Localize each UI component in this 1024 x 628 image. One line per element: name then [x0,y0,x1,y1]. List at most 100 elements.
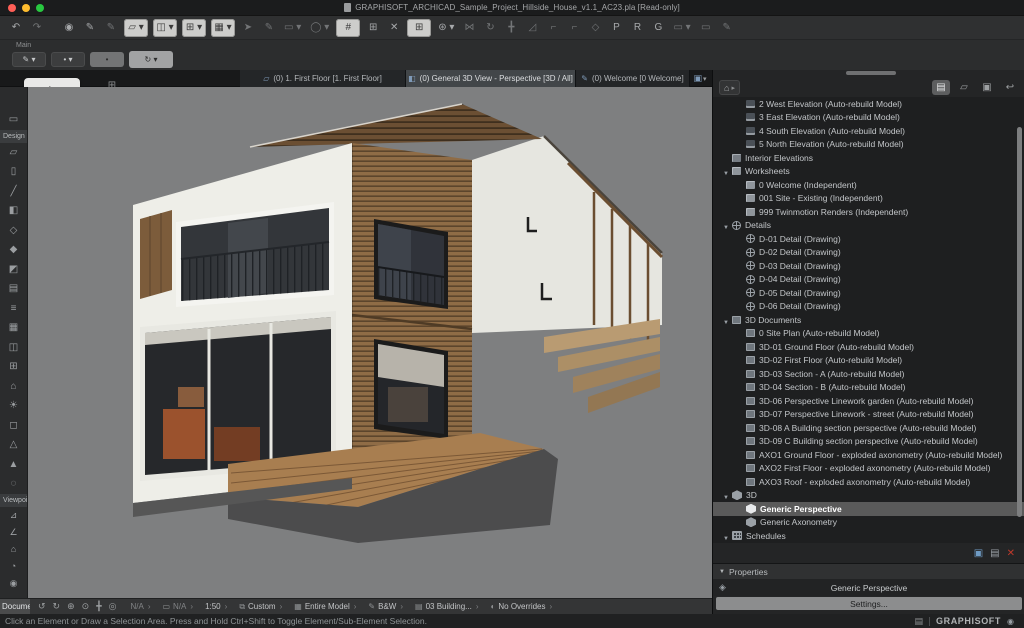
lamp-tool[interactable]: ☀ [0,396,27,416]
project-map-icon[interactable]: ▤ [932,80,950,95]
orientation-value[interactable]: ▭ N/A [162,602,193,611]
tree-item-schedules[interactable]: Schedules [713,529,1024,543]
expand-triangle-icon[interactable] [723,311,732,329]
orbit-icon[interactable]: ⊙ [82,601,90,612]
snap-grid-button[interactable]: ⊞ [407,19,431,37]
scale-value[interactable]: 1:50 [205,602,227,611]
quick-layers-button[interactable]: ✎ ▾ [12,52,46,67]
orbit-forward-icon[interactable]: ↻ [53,601,61,612]
annotate-icon[interactable]: ✎ [261,19,277,37]
expand-triangle-icon[interactable] [723,527,732,543]
object-tool[interactable]: ⌂ [0,377,27,397]
expand-triangle-icon[interactable] [723,162,732,180]
tab-overflow-button[interactable]: ▣ [688,70,712,87]
toolbar-separator[interactable] [50,19,56,37]
tree-item-d-04[interactable]: D-04 Detail (Drawing) [713,273,1024,287]
guide-lines-icon[interactable]: ⊞ [365,19,381,37]
detail-tool[interactable]: ◔ [0,558,27,575]
tree-item-3d-09[interactable]: 3D-09 C Building section perspective (Au… [713,435,1024,449]
minimize-window-button[interactable] [22,4,30,12]
section-tool[interactable]: ⊿ [0,507,27,524]
graphic-override-value[interactable]: ◐ No Overrides [491,602,553,611]
door-tool[interactable]: ◫ [0,338,27,358]
redo-icon[interactable]: ↷ [29,19,45,37]
label-p-icon[interactable]: P [608,19,624,37]
erase-guide-lines-icon[interactable]: ✕ [386,19,402,37]
trim-icon[interactable]: ⌐ [545,19,561,37]
undo-icon[interactable]: ↶ [8,19,24,37]
window-tool[interactable]: ⊞ [0,357,27,377]
close-window-button[interactable] [8,4,16,12]
tree-item-interior-elevations[interactable]: Interior Elevations [713,151,1024,165]
selection-style-icon[interactable]: ▭ ▾ [282,19,303,37]
inject-parameters-icon[interactable]: ✎ [82,19,98,37]
polygon-edit-icon[interactable]: ◇ [587,19,603,37]
group-icon[interactable]: G [650,19,666,37]
tree-item-axo2[interactable]: AXO2 First Floor - exploded axonometry (… [713,462,1024,476]
tree-item-south-elevation[interactable]: 4 South Elevation (Auto-rebuild Model) [713,124,1024,138]
zoom-value[interactable]: N/A [130,602,150,611]
tree-item-3d-07[interactable]: 3D-07 Perspective Linework - street (Aut… [713,408,1024,422]
3d-viewport[interactable] [28,87,712,598]
tree-item-3d-03[interactable]: 3D-03 Section - A (Auto-rebuild Model) [713,367,1024,381]
drag-icon[interactable]: ╋ [503,19,519,37]
tree-item-axo1[interactable]: AXO1 Ground Floor - exploded axonometry … [713,448,1024,462]
snap-options-icon[interactable]: ⊛ ▾ [436,19,456,37]
window-options-icon[interactable]: ▭ ▾ [671,19,692,37]
tree-item-east-elevation[interactable]: 3 East Elevation (Auto-rebuild Model) [713,111,1024,125]
zone-tool[interactable]: ◻ [0,416,27,436]
label-r-icon[interactable]: R [629,19,645,37]
expand-triangle-icon[interactable] [723,486,732,504]
orbit-back-icon[interactable]: ↺ [38,601,46,612]
tree-item-west-elevation[interactable]: 2 West Elevation (Auto-rebuild Model) [713,97,1024,111]
tree-item-generic-axonometry[interactable]: Generic Axonometry [713,516,1024,530]
railing-tool[interactable]: ≡ [0,299,27,319]
tree-item-d-05[interactable]: D-05 Detail (Drawing) [713,286,1024,300]
navigator-horizontal-scrollbar[interactable] [846,71,896,75]
view-map-icon[interactable]: ▱ [955,80,973,95]
close-navigator-icon[interactable]: ✕ [1007,548,1015,559]
camera-tool[interactable]: ◉ [0,575,27,592]
favorite-window-button[interactable]: ⊞ ▾ [182,19,206,37]
tree-item-welcome-worksheet[interactable]: 0 Welcome (Independent) [713,178,1024,192]
grid-snap-button[interactable]: # [336,19,360,37]
quick-pen-button[interactable]: • ▾ [51,52,85,67]
expand-triangle-icon[interactable] [723,216,732,234]
roof-tool[interactable]: ◇ [0,221,27,241]
tree-item-3d-04[interactable]: 3D-04 Section - B (Auto-rebuild Model) [713,381,1024,395]
column-tool[interactable]: ▯ [0,162,27,182]
document-quick-tab[interactable]: Docume [0,599,30,615]
interior-elevation-tool[interactable]: ⌂ [0,541,27,558]
tree-item-3d[interactable]: 3D [713,489,1024,503]
shape-style-icon[interactable]: ◯ ▾ [308,19,331,37]
publisher-sets-icon[interactable]: ↩ [1001,80,1019,95]
tree-item-3d-01[interactable]: 3D-01 Ground Floor (Auto-rebuild Model) [713,340,1024,354]
tree-item-details[interactable]: Details [713,219,1024,233]
tree-item-d-03[interactable]: D-03 Detail (Drawing) [713,259,1024,273]
tree-item-3d-documents[interactable]: 3D Documents [713,313,1024,327]
tab-welcome[interactable]: ✎ (0) Welcome [0 Welcome] [576,70,690,87]
pen-set-icon[interactable]: ✎ [103,19,119,37]
view-settings-icon[interactable]: ▣ [974,548,983,559]
tab-general-3d-view[interactable]: ◧ (0) General 3D View - Perspective [3D … [406,70,576,87]
tree-item-worksheets[interactable]: Worksheets [713,165,1024,179]
opening-tool[interactable]: ◌ [0,474,27,494]
shell-tool[interactable]: ◆ [0,240,27,260]
morph-tool[interactable]: ▲ [0,455,27,475]
quick-fill-button[interactable]: • [90,52,124,67]
navigator-vertical-scrollbar[interactable] [1017,127,1022,517]
properties-header[interactable]: ▼ Properties [713,563,1024,579]
tree-item-d-06[interactable]: D-06 Detail (Drawing) [713,300,1024,314]
tree-item-twinmotion-renders[interactable]: 999 Twinmotion Renders (Independent) [713,205,1024,219]
tree-item-3d-02[interactable]: 3D-02 First Floor (Auto-rebuild Model) [713,354,1024,368]
tree-item-3d-06[interactable]: 3D-06 Perspective Linework garden (Auto-… [713,394,1024,408]
elevation-tool[interactable]: ∠ [0,524,27,541]
layout-book-icon[interactable]: ▣ [978,80,996,95]
curtain-wall-tool[interactable]: ▦ [0,318,27,338]
tree-item-axo3[interactable]: AXO3 Roof - exploded axonometry (Auto-re… [713,475,1024,489]
tab-first-floor[interactable]: ▱ (0) 1. First Floor [1. First Floor] [240,70,406,87]
stair-tool[interactable]: ▤ [0,279,27,299]
settings-button[interactable]: Settings... [716,597,1022,610]
favorite-object-button[interactable]: ▦ ▾ [211,19,235,37]
tree-item-site-plan[interactable]: 0 Site Plan (Auto-rebuild Model) [713,327,1024,341]
